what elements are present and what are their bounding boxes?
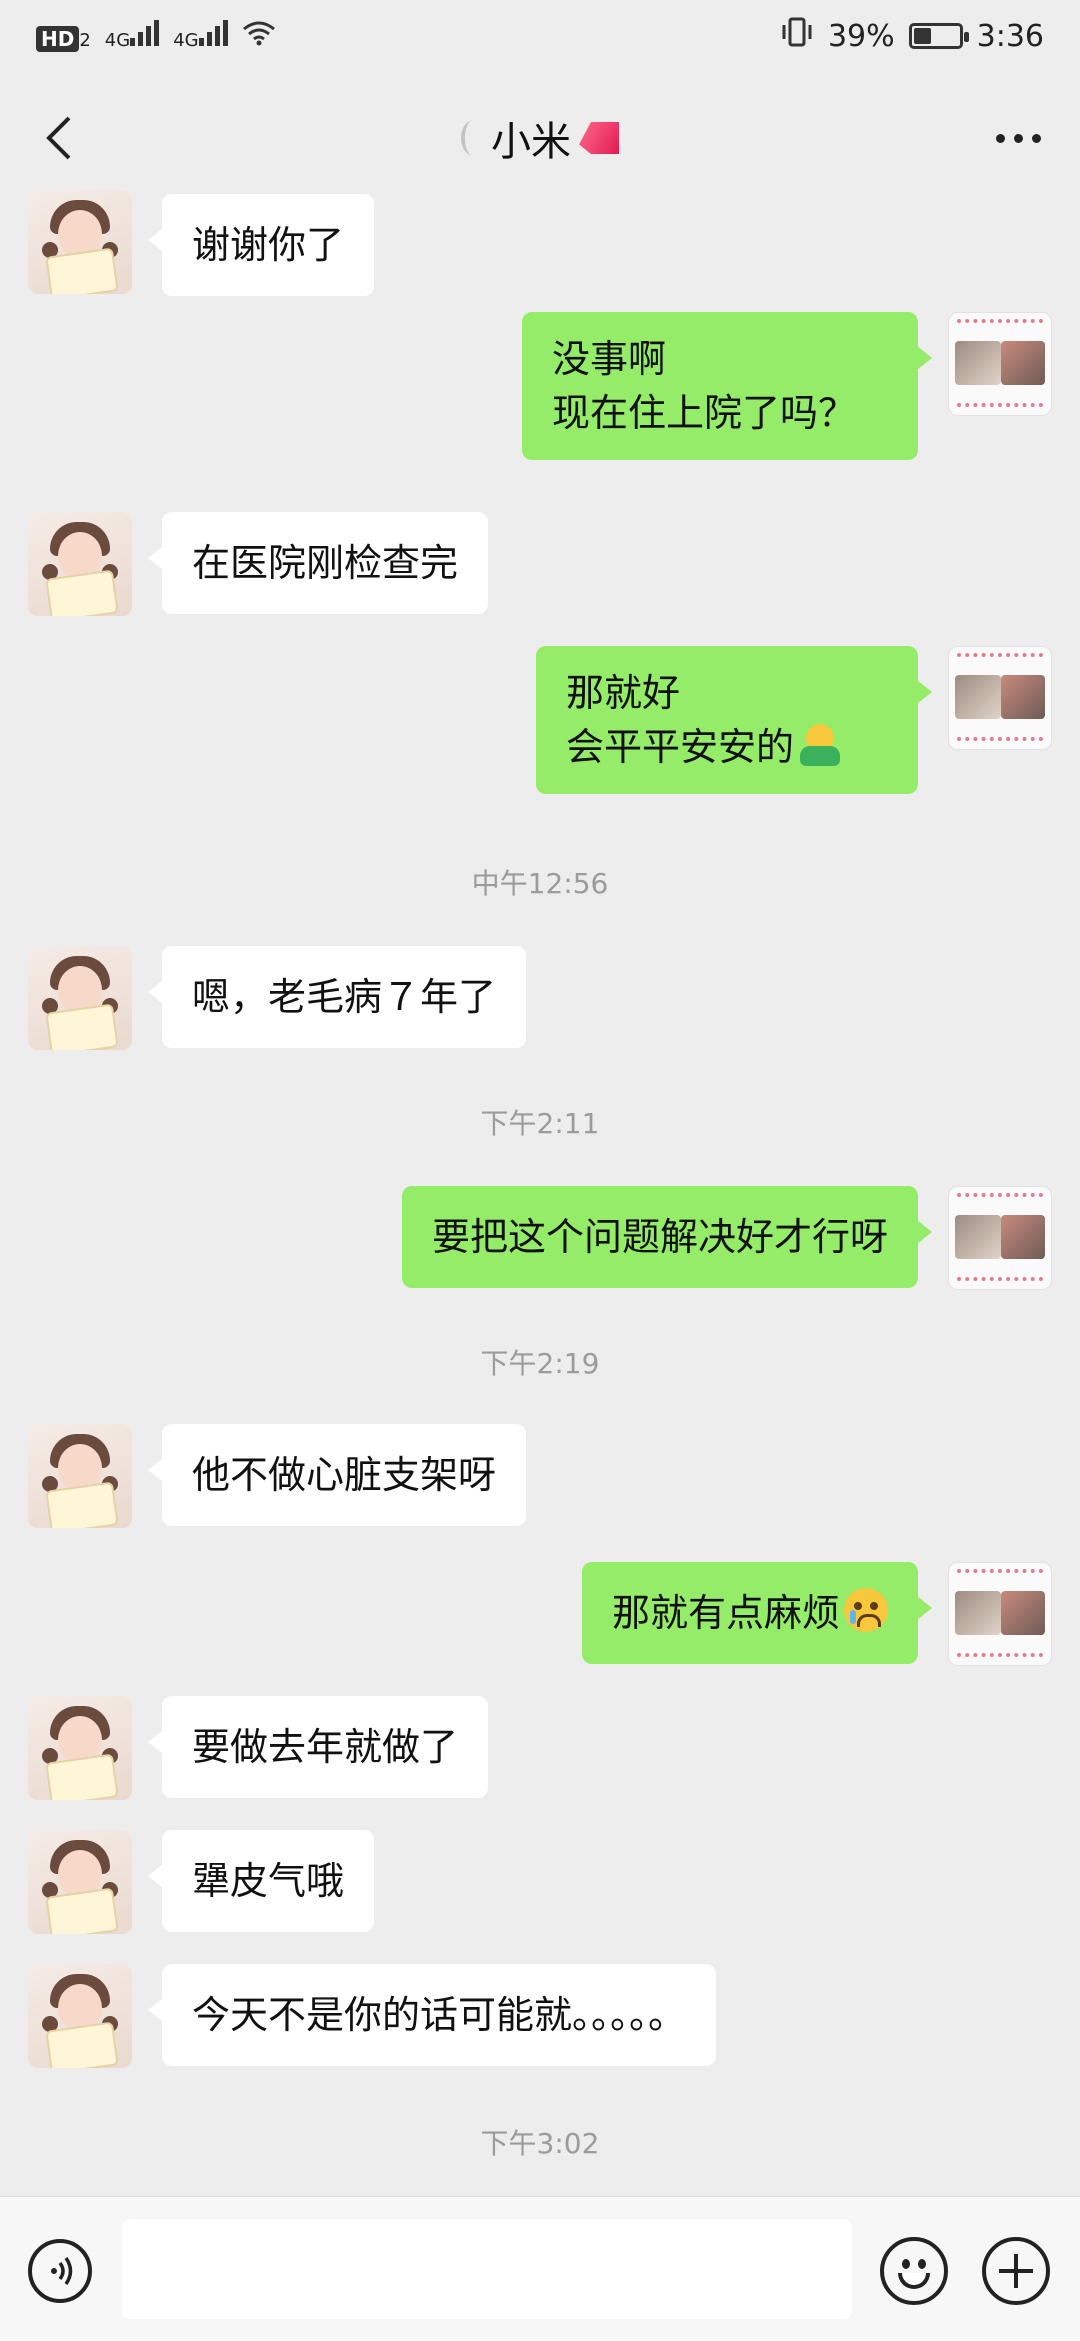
self-avatar[interactable] (948, 312, 1052, 416)
message-row: 今天不是你的话可能就。。。。。 (0, 1964, 1080, 2074)
message-row: 嗯，老毛病７年了 (0, 946, 1080, 1056)
voice-button[interactable] (28, 2239, 92, 2303)
clock: 3:36 (976, 18, 1044, 54)
message-input[interactable] (122, 2219, 852, 2319)
title-decoration (461, 121, 483, 155)
message-bubble[interactable]: 在医院刚检查完 (147, 512, 489, 614)
chat-title: 小米 (491, 119, 571, 165)
contact-avatar[interactable] (28, 1696, 132, 1800)
plus-button[interactable] (982, 2237, 1050, 2305)
input-bar (0, 2196, 1080, 2341)
contact-avatar[interactable] (28, 190, 132, 294)
back-button[interactable] (30, 108, 86, 168)
message-bubble[interactable]: 今天不是你的话可能就。。。。。 (147, 1964, 717, 2066)
message-bubble[interactable]: 谢谢你了 (147, 194, 375, 296)
more-dots-icon (995, 133, 1041, 143)
timestamp: 中午12:56 (471, 867, 609, 900)
message-row: 那就好 会平平安安的 (0, 646, 1080, 816)
battery-percent: 39% (827, 18, 895, 54)
message-row: 谢谢你了 (0, 190, 1080, 302)
voice-icon (51, 2257, 73, 2285)
message-bubble[interactable]: 要做去年就做了 (147, 1696, 489, 1798)
timestamp: 下午2:19 (480, 1347, 600, 1380)
message-bubble[interactable]: 没事啊 现在住上院了吗？ (522, 312, 932, 460)
battery-icon (908, 23, 969, 49)
contact-avatar[interactable] (28, 1424, 132, 1528)
message-bubble[interactable]: 那就好 会平平安安的 (536, 646, 932, 794)
signal-icon: 4G (173, 18, 228, 54)
timestamp: 下午3:02 (480, 2127, 600, 2160)
self-avatar[interactable] (948, 1186, 1052, 1290)
message-row: 他不做心脏支架呀 (0, 1424, 1080, 1534)
chevron-left-icon (46, 116, 71, 160)
self-avatar[interactable] (948, 1562, 1052, 1666)
message-row: 要把这个问题解决好才行呀 (0, 1186, 1080, 1296)
message-bubble[interactable]: 那就有点麻烦 (581, 1562, 933, 1664)
message-row: 要做去年就做了 (0, 1696, 1080, 1806)
message-row: 那就有点麻烦 (0, 1562, 1080, 1672)
message-bubble[interactable]: 要把这个问题解决好才行呀 (401, 1186, 933, 1288)
vibrate-icon (780, 17, 814, 55)
title-decoration (579, 122, 619, 154)
timestamp: 下午2:11 (480, 1107, 600, 1140)
status-bar: HD 2 4G 4G 39% 3:36 (0, 0, 1080, 72)
hd-icon: HD 2 (36, 19, 91, 54)
self-avatar[interactable] (948, 646, 1052, 750)
message-bubble[interactable]: 他不做心脏支架呀 (147, 1424, 527, 1526)
hug-emoji (798, 722, 842, 766)
message-row: 犟皮气哦 (0, 1830, 1080, 1940)
message-row: 没事啊 现在住上院了吗？ (0, 312, 1080, 482)
crying-emoji (844, 1588, 888, 1632)
emoji-button[interactable] (880, 2237, 948, 2305)
more-button[interactable] (986, 108, 1050, 168)
chat-header: 小米 (0, 72, 1080, 204)
contact-avatar[interactable] (28, 512, 132, 616)
signal-icon: 4G (105, 18, 160, 54)
message-bubble[interactable]: 犟皮气哦 (147, 1830, 375, 1932)
contact-avatar[interactable] (28, 1964, 132, 2068)
wifi-icon (242, 19, 276, 54)
message-bubble[interactable]: 嗯，老毛病７年了 (147, 946, 527, 1048)
contact-avatar[interactable] (28, 946, 132, 1050)
contact-avatar[interactable] (28, 1830, 132, 1934)
message-row: 在医院刚检查完 (0, 512, 1080, 622)
